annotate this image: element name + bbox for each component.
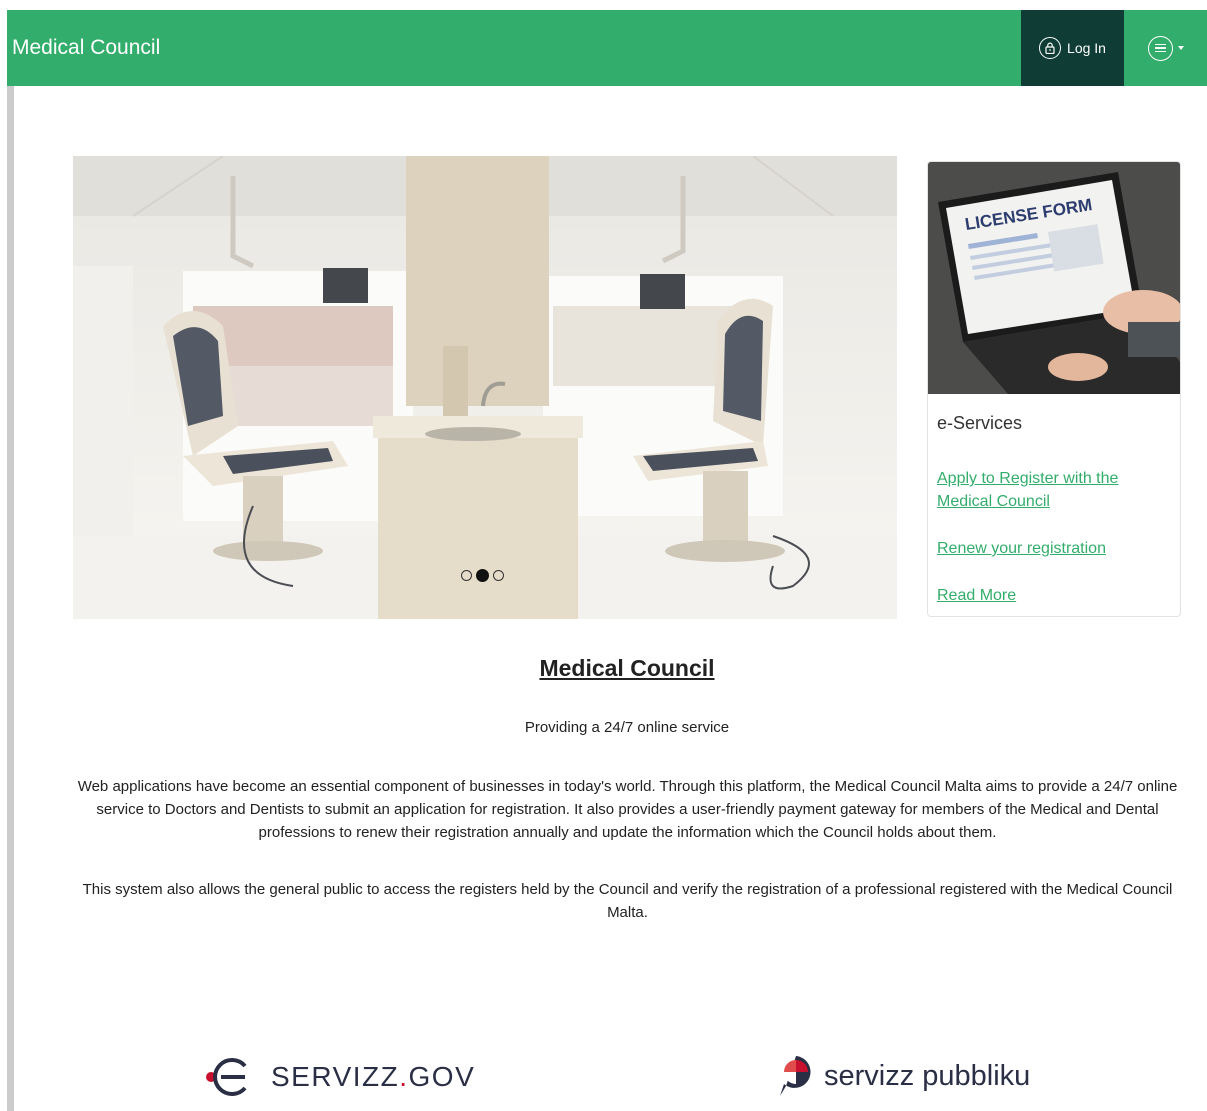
apply-register-link[interactable]: Apply to Register with the Medical Counc… (937, 467, 1167, 513)
chevron-down-icon (1177, 46, 1184, 50)
card-title: e-Services (937, 413, 1023, 433)
carousel-dot-1[interactable] (461, 570, 472, 581)
license-form-laptop-image: LICENSE FORM (928, 162, 1180, 394)
image-carousel[interactable] (73, 156, 897, 619)
servizz-gov-logo[interactable]: SERVIZZ.GOV (205, 1054, 475, 1100)
top-navbar: Medical Council Log In (7, 10, 1207, 86)
carousel-dot-2[interactable] (476, 569, 489, 582)
servizz-pubbliku-wordmark: servizz pubbliku (824, 1059, 1031, 1092)
intro-paragraph: Web applications have become an essentia… (77, 778, 1178, 841)
read-more-link[interactable]: Read More (937, 584, 1167, 607)
servizz-gov-wordmark: SERVIZZ.GOV (271, 1061, 476, 1092)
menu-circle-icon (1147, 35, 1173, 61)
tagline: Providing a 24/7 online service (524, 719, 730, 736)
renew-registration-link[interactable]: Renew your registration (937, 537, 1167, 560)
lock-icon (1039, 37, 1062, 59)
menu-toggle-button[interactable] (1124, 10, 1207, 86)
public-registers-paragraph: This system also allows the general publ… (82, 881, 1173, 921)
left-sidebar-rail (7, 86, 14, 1111)
carousel-indicators (461, 569, 504, 582)
servizz-pubbliku-logo[interactable]: servizz pubbliku (776, 1054, 1030, 1098)
eservices-card: LICENSE FORM e-Services Apply to Registe… (927, 161, 1181, 617)
servizz-pubbliku-mark-icon (780, 1056, 811, 1096)
dental-clinic-photo (73, 156, 897, 619)
servizz-gov-mark-icon (206, 1058, 247, 1096)
login-label: Log In (1067, 40, 1106, 56)
brand-title[interactable]: Medical Council (7, 36, 1021, 60)
page-title: Medical Council (539, 655, 715, 681)
login-button[interactable]: Log In (1021, 10, 1124, 86)
carousel-dot-3[interactable] (493, 570, 504, 581)
